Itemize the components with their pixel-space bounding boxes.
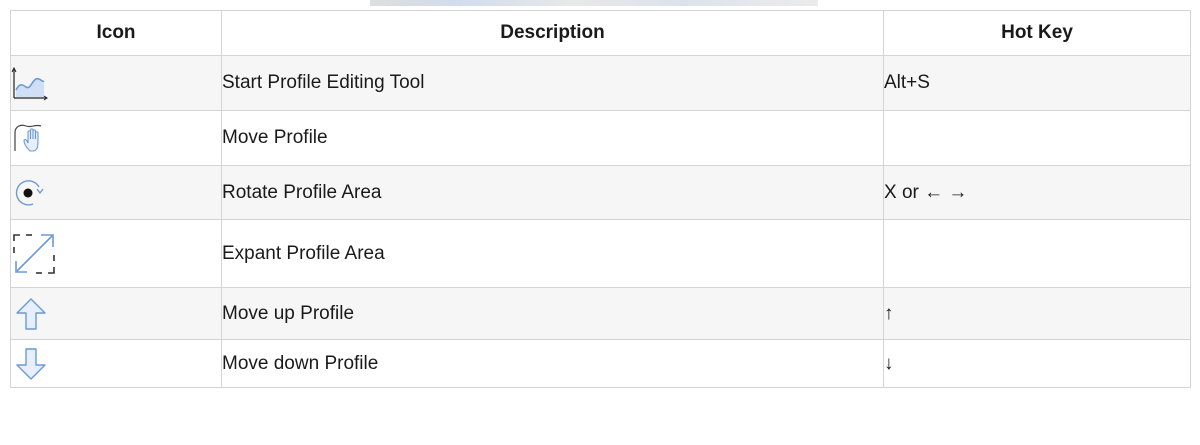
hotkey-table: Icon Description Hot Key Start Profile E… [10,10,1191,388]
header-description: Description [221,10,884,56]
description-cell: Start Profile Editing Tool [221,55,884,111]
arrow-up-icon [11,296,51,332]
table-row: Move up Profile ↑ [10,287,1191,340]
description-cell: Move up Profile [221,287,884,340]
hotkey-cell [883,110,1191,166]
arrow-down-icon [11,346,51,382]
table-row: Move Profile [10,110,1191,166]
icon-cell [10,219,222,288]
table-row: Start Profile Editing Tool Alt+S [10,55,1191,111]
table-row: Expant Profile Area [10,219,1191,288]
cropped-screenshot-strip [370,0,818,6]
rotate-icon [11,176,49,210]
table-header-row: Icon Description Hot Key [10,10,1191,56]
icon-cell [10,287,222,340]
icon-cell [10,339,222,388]
table-row: Rotate Profile Area X or ← → [10,165,1191,220]
icon-cell [10,110,222,166]
hotkey-cell: X or ← → [883,165,1191,220]
description-cell: Move Profile [221,110,884,166]
icon-cell [10,165,222,220]
expand-arrow-icon [11,231,57,277]
icon-cell [10,55,222,111]
page: Icon Description Hot Key Start Profile E… [0,0,1200,445]
table-row: Move down Profile ↓ [10,339,1191,388]
description-cell: Rotate Profile Area [221,165,884,220]
hotkey-cell [883,219,1191,288]
profile-editing-icon [11,65,49,101]
description-cell: Move down Profile [221,339,884,388]
hotkey-cell: ↑ [883,287,1191,340]
hotkey-cell: ↓ [883,339,1191,388]
header-icon: Icon [10,10,222,56]
hotkey-cell: Alt+S [883,55,1191,111]
header-hotkey: Hot Key [883,10,1191,56]
description-cell: Expant Profile Area [221,219,884,288]
move-profile-hand-icon [11,121,47,155]
